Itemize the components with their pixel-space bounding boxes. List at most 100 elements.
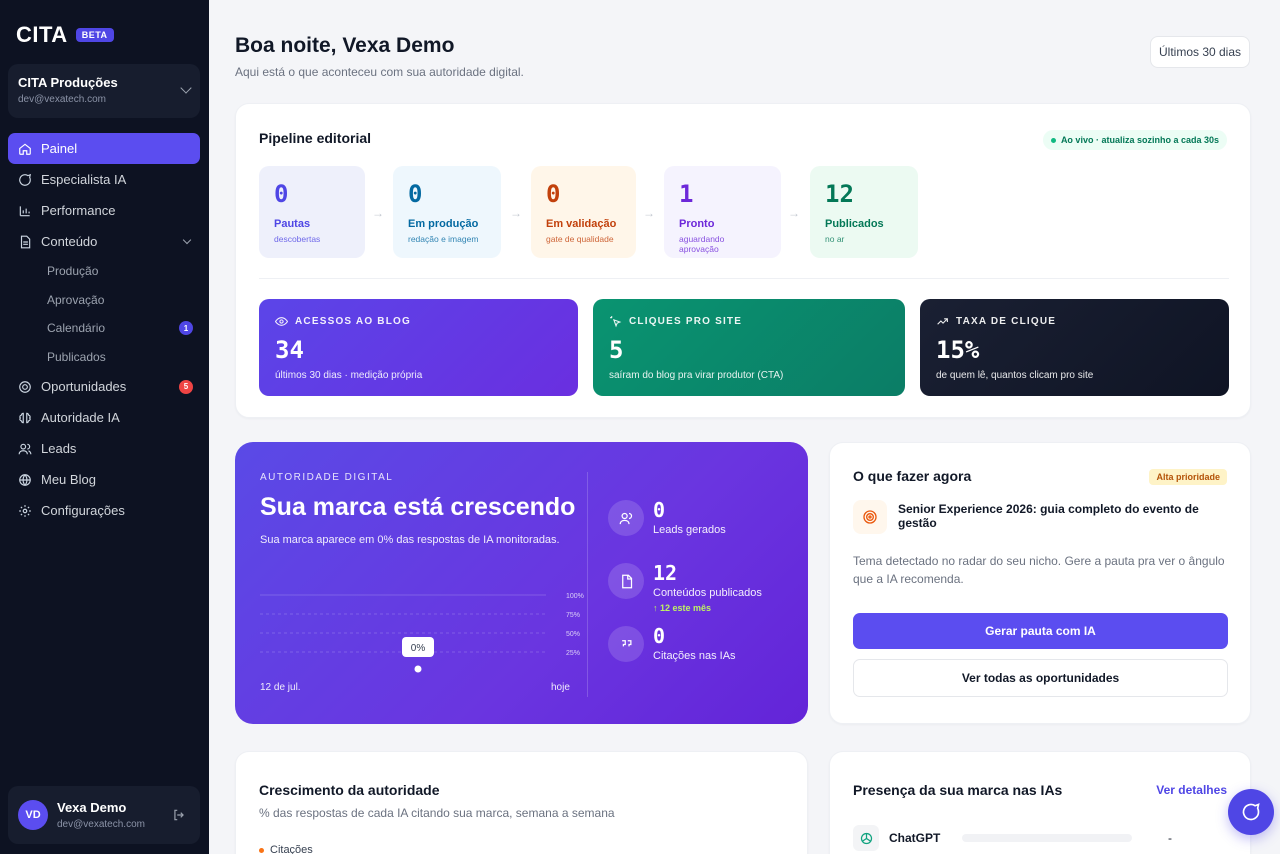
- sidebar-item-label: Conteúdo: [41, 234, 98, 249]
- sidebar-item-performance[interactable]: Performance: [8, 195, 200, 226]
- chart-x-start: 12 de jul.: [260, 682, 301, 693]
- sidebar-item-conteudo[interactable]: Conteúdo: [8, 226, 200, 257]
- target-icon: [853, 500, 887, 534]
- org-switcher[interactable]: CITA Produções dev@vexatech.com: [8, 64, 200, 118]
- legend-label: Citações: [270, 844, 313, 854]
- sidebar-item-label: Performance: [41, 203, 116, 218]
- legend-dot-icon: [259, 847, 264, 853]
- action-title: O que fazer agora: [853, 468, 972, 484]
- logo[interactable]: CITA BETA: [16, 22, 114, 48]
- chart-x-end: hoje: [551, 682, 570, 693]
- y-tick-label: 100%: [566, 593, 584, 600]
- live-text: Ao vivo · atualiza sozinho a cada 30s: [1060, 135, 1219, 145]
- authority-chart: 100% 75% 50% 25% 0%: [260, 593, 584, 673]
- stage-value: 0: [274, 180, 289, 208]
- sidebar-subitem-producao[interactable]: Produção: [8, 257, 200, 286]
- sidebar-item-oportunidades[interactable]: Oportunidades 5: [8, 371, 200, 402]
- kpi-sub: saíram do blog pra virar produtor (CTA): [609, 370, 784, 381]
- logout-icon[interactable]: [172, 808, 186, 822]
- stage-sub: redação e imagem: [408, 234, 479, 244]
- divider: [259, 278, 1229, 279]
- view-opportunities-button[interactable]: Ver todas as oportunidades: [853, 659, 1228, 697]
- kpi-value: 34: [275, 336, 304, 364]
- sidebar: CITA BETA CITA Produções dev@vexatech.co…: [0, 0, 209, 854]
- kpi-sub: últimos 30 dias · medição própria: [275, 370, 423, 381]
- sidebar-subitem-aprovacao[interactable]: Aprovação: [8, 286, 200, 315]
- sidebar-item-meu-blog[interactable]: Meu Blog: [8, 464, 200, 495]
- sidebar-subitem-calendario[interactable]: Calendário 1: [8, 314, 200, 343]
- target-icon: [18, 380, 32, 394]
- org-name: CITA Produções: [18, 75, 118, 90]
- action-card: O que fazer agora Alta prioridade Senior…: [829, 442, 1251, 724]
- stage-value: 12: [825, 180, 854, 208]
- authority-card: AUTORIDADE DIGITAL Sua marca está cresce…: [235, 442, 808, 724]
- sidebar-subitem-label: Aprovação: [47, 292, 105, 307]
- count-badge: 5: [179, 379, 193, 394]
- stat-value: 12: [653, 561, 678, 585]
- arrow-right-icon: →: [510, 206, 522, 220]
- live-badge: Ao vivo · atualiza sozinho a cada 30s: [1042, 130, 1227, 150]
- chat-fab-button[interactable]: [1228, 789, 1274, 835]
- sidebar-item-autoridade-ia[interactable]: Autoridade IA: [8, 402, 200, 433]
- sidebar-item-configuracoes[interactable]: Configurações: [8, 495, 200, 526]
- kpi-acessos-blog[interactable]: ACESSOS AO BLOG 34 últimos 30 dias · med…: [259, 299, 578, 396]
- stage-value: 1: [679, 180, 694, 208]
- arrow-right-icon: →: [372, 206, 384, 220]
- sidebar-item-label: Especialista IA: [41, 172, 127, 187]
- data-point[interactable]: [414, 665, 422, 673]
- ai-value: -: [1168, 831, 1172, 845]
- kpi-value: 5: [609, 336, 624, 364]
- chevron-down-icon: [182, 235, 192, 245]
- sidebar-nav: Painel Especialista IA Performance Conte…: [8, 133, 200, 526]
- stage-publicados[interactable]: 12 Publicados no ar: [810, 166, 918, 258]
- sidebar-item-leads[interactable]: Leads: [8, 433, 200, 464]
- stat-trend: ↑ 12 este mês: [653, 603, 712, 613]
- click-icon: [610, 316, 622, 328]
- view-details-link[interactable]: Ver detalhes: [1156, 783, 1227, 797]
- stage-value: 0: [408, 180, 423, 208]
- kpi-label: ACESSOS AO BLOG: [295, 316, 411, 327]
- topic-title[interactable]: Senior Experience 2026: guia completo do…: [898, 502, 1233, 530]
- stage-label: Publicados: [825, 218, 884, 230]
- sidebar-subitem-publicados[interactable]: Publicados: [8, 343, 200, 372]
- bar-chart-icon: [18, 204, 32, 218]
- ai-row-chatgpt: ChatGPT -: [853, 825, 1228, 851]
- count-badge: 1: [179, 321, 193, 336]
- sidebar-item-label: Painel: [41, 141, 78, 156]
- kpi-taxa-clique[interactable]: TAXA DE CLIQUE 15% de quem lê, quantos c…: [920, 299, 1229, 396]
- stage-value: 0: [546, 180, 561, 208]
- kpi-label: CLIQUES PRO SITE: [629, 316, 743, 327]
- date-range-button[interactable]: Últimos 30 dias: [1150, 36, 1250, 68]
- file-icon: [608, 563, 644, 599]
- kpi-cliques-site[interactable]: CLIQUES PRO SITE 5 saíram do blog pra vi…: [593, 299, 905, 396]
- user-card[interactable]: VD Vexa Demo dev@vexatech.com: [8, 786, 200, 844]
- y-tick-label: 50%: [566, 631, 580, 638]
- user-name: Vexa Demo: [57, 800, 127, 815]
- sidebar-item-especialista-ia[interactable]: Especialista IA: [8, 164, 200, 195]
- users-icon: [608, 500, 644, 536]
- arrow-right-icon: →: [643, 206, 655, 220]
- org-email: dev@vexatech.com: [18, 94, 106, 105]
- arrow-right-icon: →: [788, 206, 800, 220]
- generate-pauta-button[interactable]: Gerar pauta com IA: [853, 613, 1228, 649]
- globe-icon: [18, 473, 32, 487]
- ai-name: ChatGPT: [889, 831, 941, 845]
- stage-pronto[interactable]: 1 Pronto aguardando aprovação: [664, 166, 781, 258]
- growth-card: Crescimento da autoridade % das resposta…: [235, 751, 808, 854]
- y-tick-label: 75%: [566, 612, 580, 619]
- sidebar-item-painel[interactable]: Painel: [8, 133, 200, 164]
- avatar: VD: [18, 800, 48, 830]
- sidebar-item-label: Leads: [41, 441, 77, 456]
- stage-pautas[interactable]: 0 Pautas descobertas: [259, 166, 365, 258]
- kpi-header: TAXA DE CLIQUE: [936, 315, 1213, 328]
- sidebar-item-label: Configurações: [41, 503, 125, 518]
- stage-em-producao[interactable]: 0 Em produção redação e imagem: [393, 166, 501, 258]
- kpi-header: ACESSOS AO BLOG: [275, 315, 562, 328]
- ai-presence-bar: [962, 834, 1132, 842]
- pipeline-title: Pipeline editorial: [259, 130, 372, 146]
- sidebar-item-label: Meu Blog: [41, 472, 96, 487]
- beta-badge: BETA: [75, 28, 114, 42]
- presence-card: Presença da sua marca nas IAs Ver detalh…: [829, 751, 1251, 854]
- stage-em-validacao[interactable]: 0 Em validação gate de qualidade: [531, 166, 636, 258]
- page-subtitle: Aqui está o que aconteceu com sua autori…: [235, 65, 524, 79]
